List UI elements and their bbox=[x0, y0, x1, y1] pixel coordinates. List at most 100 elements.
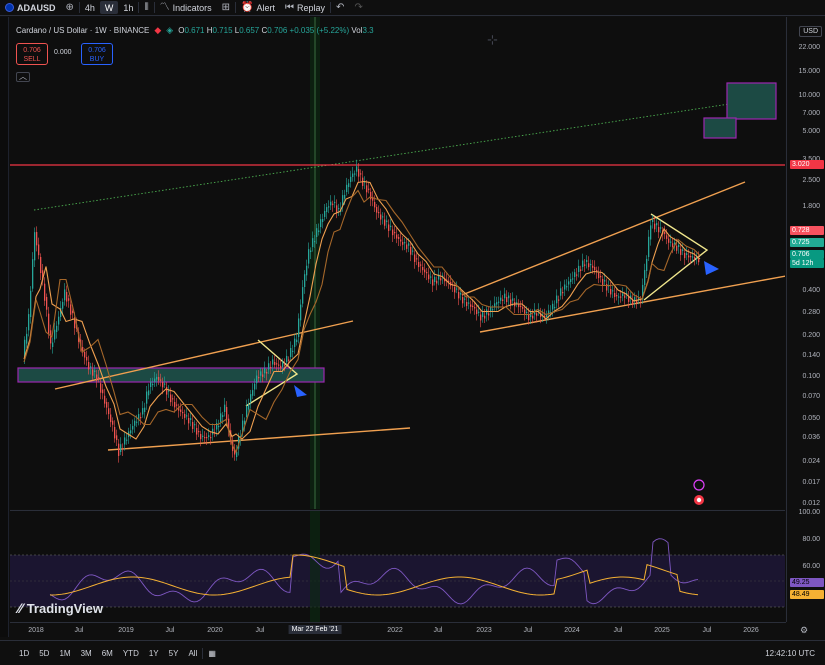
price-axis[interactable]: USD 22.00015.00010.0007.0005.0003.5002.5… bbox=[786, 17, 825, 622]
range-button-6m[interactable]: 6M bbox=[97, 649, 118, 658]
candle bbox=[422, 267, 424, 271]
candle bbox=[652, 219, 654, 222]
price-tick-label: 2.500 bbox=[802, 177, 820, 184]
bar-style-button[interactable]: ⫴ bbox=[139, 0, 153, 16]
price-chart[interactable]: ⊹ bbox=[10, 17, 785, 509]
candle bbox=[368, 188, 370, 190]
time-tick-label: 2024 bbox=[564, 627, 580, 634]
rsi-pane[interactable] bbox=[10, 510, 785, 622]
candle bbox=[602, 279, 604, 286]
time-cursor-label: Mar 22 Feb '21 bbox=[288, 625, 342, 634]
candle bbox=[612, 290, 614, 292]
candle bbox=[326, 207, 328, 212]
price-tick-label: 0.024 bbox=[802, 458, 820, 465]
candle bbox=[378, 212, 380, 214]
time-tick-label: 2023 bbox=[476, 627, 492, 634]
candle bbox=[148, 390, 150, 396]
candle bbox=[382, 216, 384, 218]
candle bbox=[466, 302, 468, 307]
candle bbox=[186, 415, 188, 417]
time-tick-label: Jul bbox=[433, 627, 443, 634]
candle bbox=[164, 383, 166, 385]
candle bbox=[66, 292, 68, 302]
candle bbox=[432, 279, 434, 286]
candle bbox=[258, 377, 260, 379]
candle bbox=[40, 257, 42, 274]
candle bbox=[676, 245, 678, 251]
candle bbox=[158, 377, 160, 381]
candle bbox=[154, 378, 156, 382]
indicators-button[interactable]: 〽 Indicators bbox=[155, 0, 217, 16]
candle bbox=[278, 364, 280, 366]
buy-button[interactable]: 0.706 BUY bbox=[81, 43, 113, 65]
interval-4h[interactable]: 4h bbox=[80, 0, 100, 16]
tradingview-icon: ⁄⁄ bbox=[18, 600, 23, 616]
candle bbox=[564, 284, 566, 290]
date-range-button[interactable]: ▦ bbox=[203, 649, 221, 658]
candle bbox=[222, 415, 224, 417]
collapse-legend-button[interactable]: ︿ bbox=[16, 72, 30, 82]
candle bbox=[304, 274, 306, 287]
candle bbox=[440, 278, 442, 281]
price-tick-label: 22.000 bbox=[798, 44, 820, 51]
interval-1h[interactable]: 1h bbox=[118, 0, 138, 16]
redo-button[interactable]: ↷ bbox=[349, 0, 367, 16]
candle bbox=[654, 223, 656, 230]
candle bbox=[352, 173, 354, 177]
legend-flag-icon: ◆ bbox=[154, 25, 162, 35]
templates-button[interactable]: ⊞ bbox=[217, 0, 235, 16]
time-tick-label: Jul bbox=[702, 627, 712, 634]
alert-button[interactable]: ⏰ Alert bbox=[236, 0, 280, 16]
event-icon[interactable] bbox=[693, 479, 705, 491]
candle bbox=[310, 250, 312, 252]
undo-icon: ↶ bbox=[336, 1, 345, 13]
time-axis[interactable]: 2018 Jul 2019 Jul 2020 Jul 2022 Jul 2023 Jul 2024 J… bbox=[10, 622, 808, 638]
candle bbox=[394, 232, 396, 234]
legend-title: Cardano / US Dollar · 1W · BINANCE bbox=[16, 26, 150, 35]
range-button-all[interactable]: All bbox=[183, 649, 202, 658]
candle bbox=[300, 304, 302, 321]
range-button-1y[interactable]: 1Y bbox=[144, 649, 164, 658]
candle bbox=[570, 279, 572, 282]
candle bbox=[196, 428, 198, 435]
range-button-3m[interactable]: 3M bbox=[76, 649, 97, 658]
change-value: +0.035 (+5.22%) bbox=[289, 26, 350, 35]
candle bbox=[574, 272, 576, 277]
candle bbox=[684, 253, 686, 259]
range-button-1m[interactable]: 1M bbox=[54, 649, 75, 658]
interval-1w[interactable]: W bbox=[99, 1, 119, 14]
candle bbox=[72, 310, 74, 314]
settings-icon[interactable]: ⚙ bbox=[800, 625, 808, 636]
buy-label: BUY bbox=[89, 56, 105, 63]
candle bbox=[198, 431, 200, 433]
moving-average-slow bbox=[23, 189, 701, 454]
candle bbox=[688, 255, 690, 258]
range-button-ytd[interactable]: YTD bbox=[118, 649, 144, 658]
candle bbox=[584, 264, 586, 266]
candle bbox=[474, 307, 476, 309]
currency-button[interactable]: USD bbox=[799, 26, 822, 37]
price-tick-label: 0.036 bbox=[802, 434, 820, 441]
replay-button[interactable]: ⏮ Replay bbox=[280, 0, 330, 16]
undo-button[interactable]: ↶ bbox=[331, 0, 349, 16]
candle bbox=[68, 298, 70, 301]
range-button-5d[interactable]: 5D bbox=[34, 649, 54, 658]
range-button-5y[interactable]: 5Y bbox=[164, 649, 184, 658]
crosshair-icon[interactable]: ⊹ bbox=[487, 32, 498, 48]
utc-clock[interactable]: 12:42:10 UTC bbox=[765, 649, 815, 658]
range-button-1d[interactable]: 1D bbox=[14, 649, 34, 658]
earnings-flag-dot bbox=[696, 497, 702, 503]
candle bbox=[260, 371, 262, 376]
candle bbox=[346, 184, 348, 192]
candle bbox=[454, 287, 456, 293]
sell-button[interactable]: 0.706 SELL bbox=[16, 43, 48, 65]
candle bbox=[462, 297, 464, 304]
candle bbox=[528, 314, 530, 321]
candle bbox=[532, 315, 534, 319]
candle bbox=[92, 369, 94, 376]
candle bbox=[506, 297, 508, 303]
candle bbox=[108, 408, 110, 415]
candle bbox=[460, 293, 462, 295]
symbol-search[interactable]: ADAUSD bbox=[0, 0, 61, 16]
compare-button[interactable]: ⊕ bbox=[61, 0, 79, 16]
